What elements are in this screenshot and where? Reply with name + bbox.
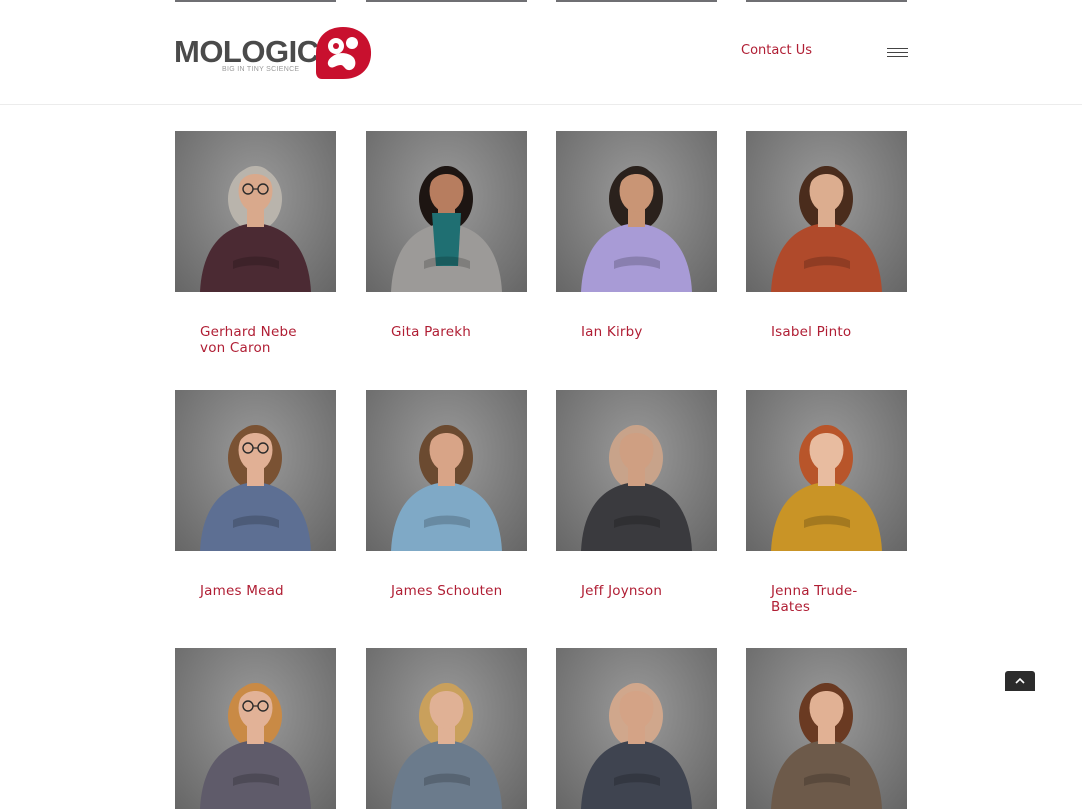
team-member-name[interactable]: James Mead <box>200 583 320 599</box>
logo-wordmark: MOLOGIC <box>174 34 319 69</box>
cropped-photo-top <box>366 0 527 2</box>
cropped-photo-top <box>175 0 336 2</box>
team-member-photo[interactable] <box>746 648 907 809</box>
portrait-photo <box>200 166 311 292</box>
team-member-name[interactable]: Jenna Trude-Bates <box>771 583 891 615</box>
logo-mark-icon <box>316 27 372 79</box>
portrait-photo <box>581 425 692 551</box>
portrait-photo <box>391 166 502 292</box>
portrait-photo <box>391 683 502 809</box>
team-member-photo[interactable] <box>556 131 717 292</box>
mologic-logo[interactable]: MOLOGIC BIG IN TINY SCIENCE <box>174 26 374 82</box>
portrait-photo <box>200 425 311 551</box>
team-member-name[interactable]: Gita Parekh <box>391 324 511 340</box>
team-member-name[interactable]: Jeff Joynson <box>581 583 701 599</box>
chevron-up-icon <box>1015 677 1025 684</box>
team-member-photo[interactable] <box>746 131 907 292</box>
back-to-top-button[interactable] <box>1005 671 1035 691</box>
portrait-photo <box>581 683 692 809</box>
team-member-name[interactable]: Isabel Pinto <box>771 324 891 340</box>
team-member-name[interactable]: James Schouten <box>391 583 511 599</box>
team-member-photo[interactable] <box>175 390 336 551</box>
portrait-photo <box>771 166 882 292</box>
team-member-photo[interactable] <box>746 390 907 551</box>
team-member-name[interactable]: Gerhard Nebe von Caron <box>200 324 320 356</box>
site-header: MOLOGIC BIG IN TINY SCIENCE Contact Us <box>0 0 1082 105</box>
team-member-photo[interactable] <box>175 648 336 809</box>
team-member-photo[interactable] <box>366 648 527 809</box>
hamburger-icon[interactable] <box>887 46 908 59</box>
contact-us-link[interactable]: Contact Us <box>741 43 812 58</box>
logo-tagline: BIG IN TINY SCIENCE <box>222 66 300 73</box>
cropped-photo-top <box>746 0 907 2</box>
portrait-photo <box>200 683 311 809</box>
team-member-photo[interactable] <box>366 390 527 551</box>
team-member-photo[interactable] <box>175 131 336 292</box>
cropped-photo-top <box>556 0 717 2</box>
portrait-photo <box>581 166 692 292</box>
team-member-photo[interactable] <box>366 131 527 292</box>
team-member-photo[interactable] <box>556 390 717 551</box>
team-member-photo[interactable] <box>556 648 717 809</box>
portrait-photo <box>391 425 502 551</box>
team-member-name[interactable]: Ian Kirby <box>581 324 701 340</box>
portrait-photo <box>771 425 882 551</box>
portrait-photo <box>771 683 882 809</box>
